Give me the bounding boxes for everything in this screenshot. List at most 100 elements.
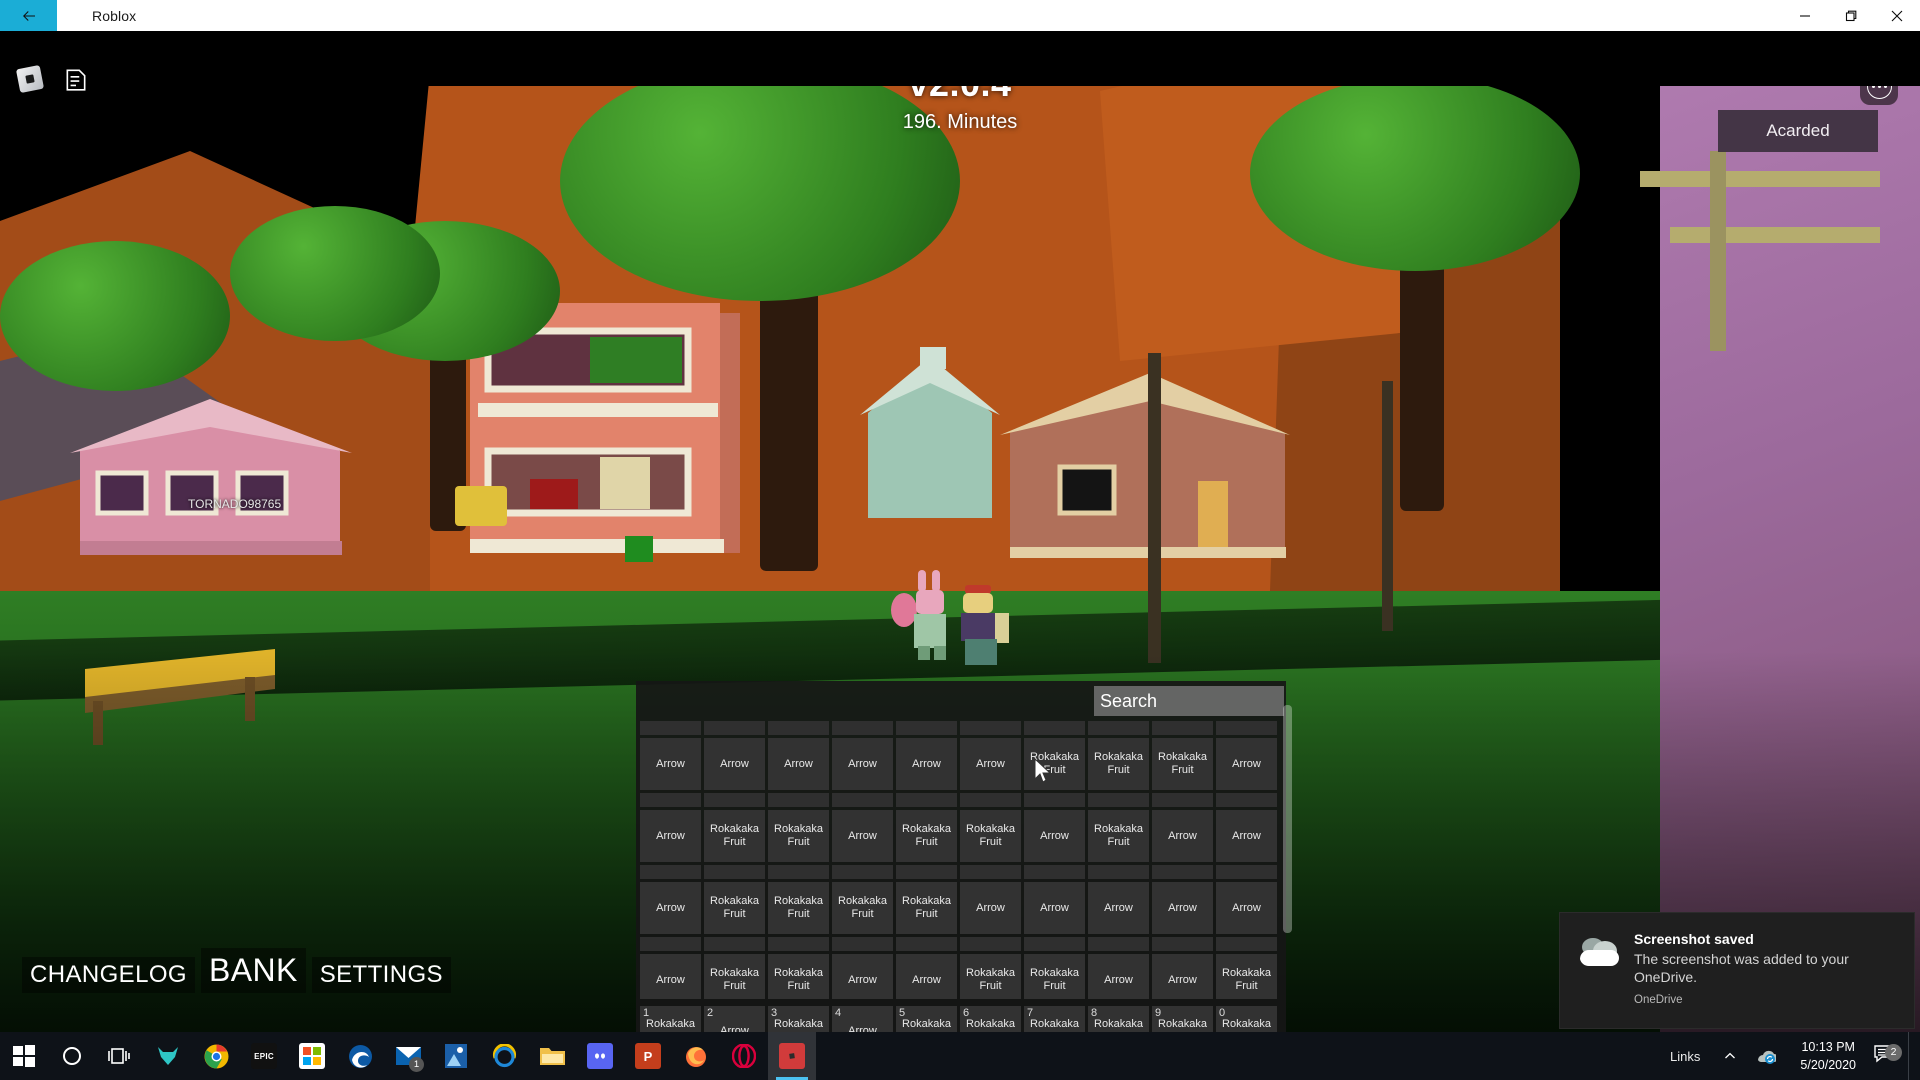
taskbar-mail[interactable]: 1	[384, 1032, 432, 1080]
inventory-slot[interactable]: Rokakaka Fruit	[768, 954, 829, 999]
inventory-cell-tab	[1024, 721, 1085, 735]
inventory-slot[interactable]: Arrow	[832, 738, 893, 790]
chat-icon[interactable]	[63, 67, 89, 93]
inventory-slot[interactable]: Rokakaka Fruit	[896, 810, 957, 862]
taskbar-photos[interactable]	[432, 1032, 480, 1080]
edge-icon	[347, 1043, 373, 1069]
inventory-slot[interactable]: Rokakaka Fruit	[896, 882, 957, 934]
taskbar-powerpoint[interactable]: P	[624, 1032, 672, 1080]
opera-icon	[731, 1043, 757, 1069]
show-desktop-button[interactable]	[1908, 1032, 1916, 1080]
inventory-scrollbar[interactable]	[1283, 705, 1292, 933]
trash-can	[625, 536, 653, 562]
photos-icon	[443, 1043, 469, 1069]
inventory-slot[interactable]: Rokakaka Fruit	[1216, 954, 1277, 999]
inventory-slot[interactable]: Arrow	[960, 738, 1021, 790]
inventory-slot[interactable]: Arrow	[768, 738, 829, 790]
inventory-slot[interactable]: Rokakaka Fruit	[704, 810, 765, 862]
inventory-slot[interactable]: Rokakaka Fruit	[1088, 810, 1149, 862]
taskbar-chrome[interactable]	[192, 1032, 240, 1080]
close-icon[interactable]	[1874, 0, 1920, 31]
inventory-slot[interactable]: Arrow	[832, 810, 893, 862]
inventory-slot[interactable]: Rokakaka Fruit	[1024, 738, 1085, 790]
tree-foliage	[230, 206, 440, 341]
tree-trunk	[760, 281, 818, 571]
settings-button[interactable]: SETTINGS	[311, 957, 451, 993]
taskbar-roblox[interactable]	[768, 1032, 816, 1080]
bank-button[interactable]: BANK	[200, 948, 306, 993]
inventory-slot[interactable]: Rokakaka Fruit	[704, 954, 765, 999]
teal-house	[860, 347, 1000, 518]
inventory-cell-tab	[640, 721, 701, 735]
tree-foliage	[0, 241, 230, 391]
taskbar-internet-explorer[interactable]	[480, 1032, 528, 1080]
inventory-slot[interactable]: Arrow	[1216, 738, 1277, 790]
file-explorer-icon	[539, 1043, 565, 1069]
taskbar-epic-games[interactable]: EPIC	[240, 1032, 288, 1080]
search-input[interactable]	[1094, 686, 1284, 716]
inventory-slot[interactable]: Arrow	[1024, 810, 1085, 862]
chevron-up-icon[interactable]	[1714, 1032, 1746, 1080]
inventory-slot[interactable]: Arrow	[896, 954, 957, 999]
notification-icon[interactable]: 2	[1870, 1043, 1908, 1069]
inventory-slot[interactable]: Arrow	[640, 810, 701, 862]
inventory-cell-tab	[1152, 793, 1213, 807]
taskbar-app-1[interactable]	[144, 1032, 192, 1080]
inventory-slot[interactable]: Arrow	[704, 738, 765, 790]
inventory-panel[interactable]: ArrowArrowArrowArrowArrowArrowRokakaka F…	[636, 681, 1292, 1051]
taskbar-firefox[interactable]	[672, 1032, 720, 1080]
links-label[interactable]: Links	[1656, 1049, 1714, 1064]
inventory-slot[interactable]: Rokakaka Fruit	[1024, 954, 1085, 999]
inventory-slot[interactable]: Arrow	[640, 738, 701, 790]
inventory-slot[interactable]: Arrow	[896, 738, 957, 790]
inventory-slot[interactable]: Arrow	[640, 954, 701, 999]
taskbar-task-view[interactable]	[96, 1032, 144, 1080]
inventory-slot[interactable]: Arrow	[1088, 954, 1149, 999]
maximize-icon[interactable]	[1828, 0, 1874, 31]
taskbar-microsoft-store[interactable]	[288, 1032, 336, 1080]
taskbar-cortana[interactable]	[48, 1032, 96, 1080]
inventory-slot[interactable]: Arrow	[1152, 954, 1213, 999]
onedrive-sync-icon[interactable]	[1746, 1032, 1786, 1080]
minutes-label: 196. Minutes	[902, 111, 1018, 133]
roblox-logo-icon[interactable]	[15, 64, 45, 94]
inventory-slot[interactable]: Rokakaka Fruit	[704, 882, 765, 934]
inventory-slot[interactable]: Rokakaka Fruit	[1088, 738, 1149, 790]
cortana-circle-icon	[59, 1043, 85, 1069]
inventory-slot[interactable]: Arrow	[1152, 810, 1213, 862]
inventory-slot[interactable]: Rokakaka Fruit	[768, 810, 829, 862]
taskbar-clock[interactable]: 10:13 PM 5/20/2020	[1786, 1038, 1870, 1074]
inventory-slot[interactable]: Arrow	[1216, 810, 1277, 862]
inventory-cell-tab	[640, 793, 701, 807]
inventory-slot[interactable]: Arrow	[640, 882, 701, 934]
inventory-slot[interactable]: Rokakaka Fruit	[960, 810, 1021, 862]
inventory-slot[interactable]: Rokakaka Fruit	[960, 954, 1021, 999]
changelog-button[interactable]: CHANGELOG	[22, 957, 195, 993]
windows-taskbar: EPIC 1 P Links 10:13 PM 5/20/2020 2	[0, 1032, 1920, 1080]
taskbar-edge[interactable]	[336, 1032, 384, 1080]
status-badge: Acarded	[1718, 110, 1878, 152]
taskbar-file-explorer[interactable]	[528, 1032, 576, 1080]
inventory-slot[interactable]: Arrow	[1216, 882, 1277, 934]
inventory-scroll-area[interactable]: Arrow Arrow Arrow Arrow Arrow Arrow Rokakaka F…	[636, 721, 1286, 999]
hotbar-slot-key: 5	[899, 1007, 906, 1019]
inventory-slot[interactable]: Arrow	[960, 882, 1021, 934]
minimize-icon[interactable]	[1782, 0, 1828, 31]
inventory-slot[interactable]: Arrow	[832, 954, 893, 999]
taskbar-opera[interactable]	[720, 1032, 768, 1080]
inventory-slot[interactable]: Rokakaka Fruit	[1152, 738, 1213, 790]
inventory-slot[interactable]: Rokakaka Fruit	[768, 882, 829, 934]
back-arrow-icon[interactable]	[0, 0, 57, 31]
inventory-slot[interactable]: Arrow	[1088, 882, 1149, 934]
hotbar-slot-key: 1	[643, 1007, 650, 1019]
inventory-slot[interactable]: Arrow	[1152, 882, 1213, 934]
onedrive-toast[interactable]: Screenshot saved The screenshot was adde…	[1560, 913, 1914, 1028]
inventory-row: Arrow Arrow Arrow Arrow Arrow Arrow Rokakaka F…	[640, 738, 1282, 790]
inventory-slot[interactable]: Arrow	[1024, 882, 1085, 934]
windows-start-icon[interactable]	[0, 1032, 48, 1080]
inventory-cell-tab	[1088, 721, 1149, 735]
taskbar-discord[interactable]	[576, 1032, 624, 1080]
inventory-slot[interactable]: Rokakaka Fruit	[832, 882, 893, 934]
inventory-cell-tab	[960, 721, 1021, 735]
lamp-post	[1382, 381, 1393, 631]
